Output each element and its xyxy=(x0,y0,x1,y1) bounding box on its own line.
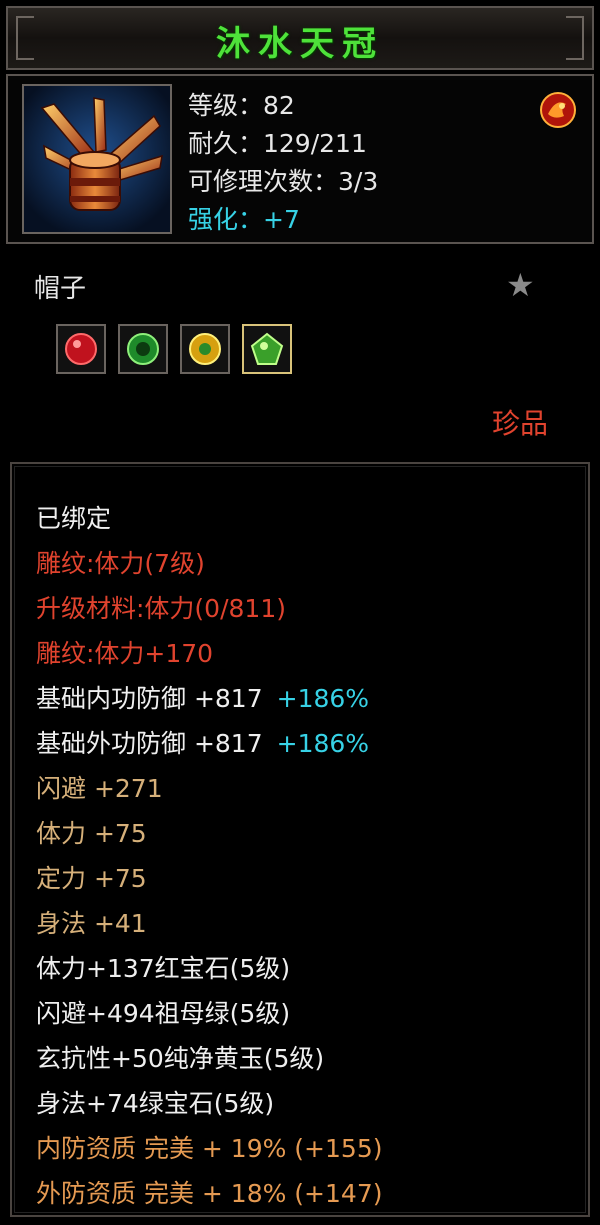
outer-defense-quality: 外防资质 完美 + 18% (+147) xyxy=(36,1179,383,1208)
base-outer-defense-line: 基础外功防御 +817 +186% xyxy=(36,721,382,766)
stamina-stat-line: 体力 +75 xyxy=(36,819,147,848)
level-stat: 等级：82 xyxy=(188,91,295,120)
dodge-stat-line: 闪避 +271 xyxy=(36,774,163,803)
engraving-bonus-line: 雕纹:体力+170 xyxy=(36,639,214,668)
element-gem-icon xyxy=(538,90,578,130)
rarity-label: 珍品 xyxy=(492,407,549,440)
item-name: 沐水天冠 xyxy=(216,24,384,64)
engraving-line: 雕纹:体力(7级) xyxy=(36,549,205,578)
base-outer-defense-value: 基础外功防御 +817 xyxy=(36,729,263,758)
repair-count-stat: 可修理次数：3/3 xyxy=(188,167,379,196)
gem-sockets xyxy=(56,324,292,380)
base-inner-defense-pct: +186% xyxy=(276,684,370,713)
gem-bonus-yellow-jade: 玄抗性+50纯净黄玉(5级) xyxy=(36,1044,325,1073)
yellow-jade-gem-icon[interactable] xyxy=(180,324,230,374)
upgrade-material-line: 升级材料:体力(0/811) xyxy=(36,594,286,623)
item-header: 等级：82 耐久：129/211 可修理次数：3/3 强化：+7 xyxy=(6,74,594,244)
agility-stat-line: 身法 +41 xyxy=(36,909,147,938)
ruby-gem-icon[interactable] xyxy=(56,324,106,374)
gem-bonus-emerald: 闪避+494祖母绿(5级) xyxy=(36,999,291,1028)
enhance-stat: 强化：+7 xyxy=(188,205,300,234)
item-tooltip: 沐水天冠 等级：82 耐久：129/211 可修理次数：3/3 强化：+7 帽子… xyxy=(0,0,600,1225)
inner-defense-quality: 内防资质 完美 + 19% (+155) xyxy=(36,1134,383,1163)
favorite-star-icon[interactable]: ★ xyxy=(506,266,535,304)
bound-status: 已绑定 xyxy=(36,504,112,533)
base-inner-defense-value: 基础内功防御 +817 xyxy=(36,684,263,713)
title-bar: 沐水天冠 xyxy=(6,6,594,70)
focus-stat-line: 定力 +75 xyxy=(36,864,147,893)
hat-item-icon xyxy=(22,84,172,234)
base-inner-defense-line: 基础内功防御 +817 +186% xyxy=(36,676,382,721)
emerald-gem-icon[interactable] xyxy=(118,324,168,374)
gem-bonus-green-sapphire: 身法+74绿宝石(5级) xyxy=(36,1089,275,1118)
item-category: 帽子 xyxy=(34,274,87,304)
gem-bonus-ruby: 体力+137红宝石(5级) xyxy=(36,954,291,983)
green-sapphire-gem-icon[interactable] xyxy=(242,324,292,374)
durability-stat: 耐久：129/211 xyxy=(188,129,367,158)
properties-panel: 已绑定 雕纹:体力(7级) 升级材料:体力(0/811) 雕纹:体力+170 基… xyxy=(10,462,590,1217)
base-outer-defense-pct: +186% xyxy=(276,729,370,758)
